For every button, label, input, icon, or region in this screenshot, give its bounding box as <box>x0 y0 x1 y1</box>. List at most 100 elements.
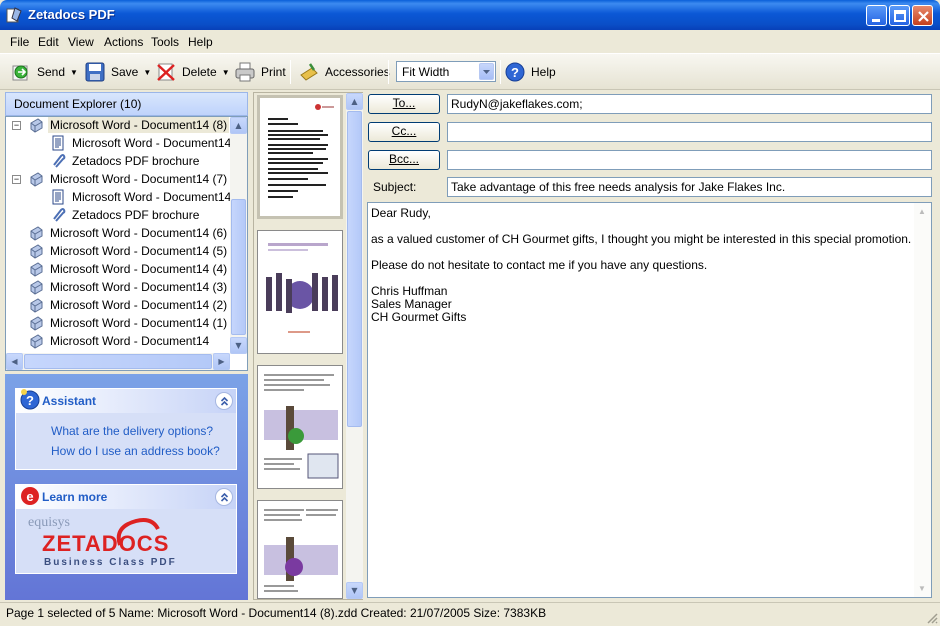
tree-item-doc14-1[interactable]: Microsoft Word - Document14 (1) <box>28 314 229 332</box>
tree-item-label: Microsoft Word - Document14 (8) <box>48 117 230 133</box>
tree-item-label: Microsoft Word - Document14 (3) <box>50 280 228 294</box>
cc-field[interactable] <box>447 122 932 142</box>
scroll-up-icon[interactable]: ▲ <box>346 93 363 110</box>
scroll-left-icon[interactable]: ◀ <box>6 353 23 370</box>
scroll-up-icon[interactable]: ▲ <box>230 117 247 134</box>
body-line: Please do not hesitate to contact me if … <box>371 258 708 272</box>
task-link-delivery-options[interactable]: What are the delivery options? <box>51 424 213 438</box>
title-bar[interactable]: Zetadocs PDF <box>0 0 940 30</box>
package-icon <box>30 334 43 349</box>
accessories-icon <box>300 63 318 81</box>
collapse-icon[interactable]: − <box>12 175 21 184</box>
tree-item-label: Microsoft Word - Document14 (1) <box>50 316 228 330</box>
minimize-button[interactable] <box>866 5 887 26</box>
to-field[interactable]: RudyN@jakeflakes.com; <box>447 94 932 114</box>
scroll-thumb[interactable] <box>347 111 362 427</box>
page-thumbnail-3[interactable] <box>257 365 343 489</box>
menu-help[interactable]: Help <box>188 35 213 49</box>
page-thumbnails[interactable]: ▲ ▼ <box>253 92 363 600</box>
save-label: Save <box>111 65 139 79</box>
tree-item-doc14-6[interactable]: Microsoft Word - Document14 (6) <box>28 224 229 242</box>
toolbar-separator <box>388 60 389 84</box>
delete-dropdown-icon[interactable]: ▼ <box>222 68 230 77</box>
tree-horizontal-scrollbar[interactable]: ◀ ▶ <box>6 353 230 370</box>
scroll-down-icon[interactable]: ▼ <box>918 584 926 593</box>
attachment-icon <box>53 154 66 168</box>
send-dropdown-icon[interactable]: ▼ <box>70 68 78 77</box>
menu-tools[interactable]: Tools <box>151 35 179 49</box>
tree-item-label: Microsoft Word - Document14 (5) <box>50 244 228 258</box>
send-label: Send <box>37 65 66 79</box>
tree-item-doc14-2[interactable]: Microsoft Word - Document14 (2) <box>28 296 229 314</box>
page-thumbnail-2[interactable] <box>257 230 343 354</box>
task-link-address-book[interactable]: How do I use an address book? <box>51 444 220 458</box>
package-icon <box>30 172 43 187</box>
tree-item-label: Microsoft Word - Document14 (4) <box>50 262 228 276</box>
tree-item-brochure-2[interactable]: Zetadocs PDF brochure <box>50 206 201 224</box>
close-button[interactable] <box>912 5 933 26</box>
tree-item-label: Microsoft Word - Document14 (7) <box>72 190 248 204</box>
assistant-panel: ? Assistant What are the delivery option… <box>15 388 237 470</box>
menu-bar: File Edit View Actions Tools Help <box>0 30 940 53</box>
bcc-field[interactable] <box>447 150 932 170</box>
tree-item-doc14-5[interactable]: Microsoft Word - Document14 (5) <box>28 242 229 260</box>
menu-actions[interactable]: Actions <box>104 35 143 49</box>
scroll-down-icon[interactable]: ▼ <box>346 582 363 599</box>
assistant-title: Assistant <box>42 394 97 408</box>
scroll-up-icon[interactable]: ▲ <box>918 207 926 216</box>
thumbnails-scrollbar[interactable]: ▲ ▼ <box>346 93 363 599</box>
print-label: Print <box>261 65 286 79</box>
learn-more-header[interactable]: e Learn more <box>16 485 236 509</box>
help-button[interactable]: ? Help <box>504 59 556 85</box>
tree-item-label: Microsoft Word - Document14 (8) <box>72 136 248 150</box>
maximize-button[interactable] <box>889 5 910 26</box>
window-title: Zetadocs PDF <box>28 7 115 22</box>
zetadocs-logo-icon: e <box>21 487 39 505</box>
accessories-button[interactable]: Accessories <box>298 59 390 85</box>
tree-item-doc14-8-child[interactable]: Microsoft Word - Document14 (8) <box>50 134 248 152</box>
package-icon <box>30 226 43 241</box>
menu-view[interactable]: View <box>68 35 94 49</box>
menu-file[interactable]: File <box>10 35 29 49</box>
tree-item-doc14-4[interactable]: Microsoft Word - Document14 (4) <box>28 260 229 278</box>
zoom-dropdown-icon[interactable] <box>479 63 494 80</box>
message-body-scrollbar[interactable]: ▲ ▼ <box>914 203 931 597</box>
resize-grip-icon[interactable] <box>926 612 938 624</box>
menu-edit[interactable]: Edit <box>38 35 59 49</box>
scroll-right-icon[interactable]: ▶ <box>213 353 230 370</box>
zoom-select[interactable]: Fit Width <box>396 61 496 82</box>
save-dropdown-icon[interactable]: ▼ <box>143 68 151 77</box>
subject-field[interactable]: Take advantage of this free needs analys… <box>447 177 932 197</box>
tree-vertical-scrollbar[interactable]: ▲ ▼ <box>230 117 247 354</box>
tree-item-doc14-7-child[interactable]: Microsoft Word - Document14 (7) <box>50 188 248 206</box>
page-thumbnail-4[interactable] <box>257 500 343 599</box>
scroll-thumb[interactable] <box>24 354 212 369</box>
scroll-down-icon[interactable]: ▼ <box>230 337 247 354</box>
body-line: Chris Huffman <box>371 284 448 298</box>
tree-item-doc14-3[interactable]: Microsoft Word - Document14 (3) <box>28 278 229 296</box>
tree-item-doc14-7[interactable]: − Microsoft Word - Document14 (7) <box>12 170 229 188</box>
collapse-chevron-icon[interactable] <box>215 392 233 410</box>
message-body[interactable]: Dear Rudy, as a valued customer of CH Go… <box>367 202 932 598</box>
print-button[interactable]: Print <box>234 59 286 85</box>
assistant-header[interactable]: ? Assistant <box>16 389 236 413</box>
bcc-button[interactable]: Bcc... <box>368 150 440 170</box>
cc-button[interactable]: Cc... <box>368 122 440 142</box>
document-tree[interactable]: − Microsoft Word - Document14 (8) Micros… <box>5 116 248 371</box>
to-button[interactable]: To... <box>368 94 440 114</box>
learn-more-title: Learn more <box>42 490 108 504</box>
send-button[interactable]: Send ▼ <box>10 59 78 85</box>
printer-icon <box>235 62 255 82</box>
save-button[interactable]: Save ▼ <box>84 59 151 85</box>
body-line: CH Gourmet Gifts <box>371 310 467 324</box>
tree-item-label: Microsoft Word - Document14 (2) <box>50 298 228 312</box>
tree-item-doc14[interactable]: Microsoft Word - Document14 <box>28 332 211 350</box>
page-thumbnail-1[interactable] <box>257 95 343 219</box>
tree-item-brochure-1[interactable]: Zetadocs PDF brochure <box>50 152 201 170</box>
tree-item-doc14-8[interactable]: − Microsoft Word - Document14 (8) <box>12 117 230 134</box>
tree-item-label: Zetadocs PDF brochure <box>72 154 200 168</box>
delete-button[interactable]: Delete ▼ <box>155 59 230 85</box>
collapse-chevron-icon[interactable] <box>215 488 233 506</box>
scroll-thumb[interactable] <box>231 199 246 335</box>
collapse-icon[interactable]: − <box>12 121 21 130</box>
